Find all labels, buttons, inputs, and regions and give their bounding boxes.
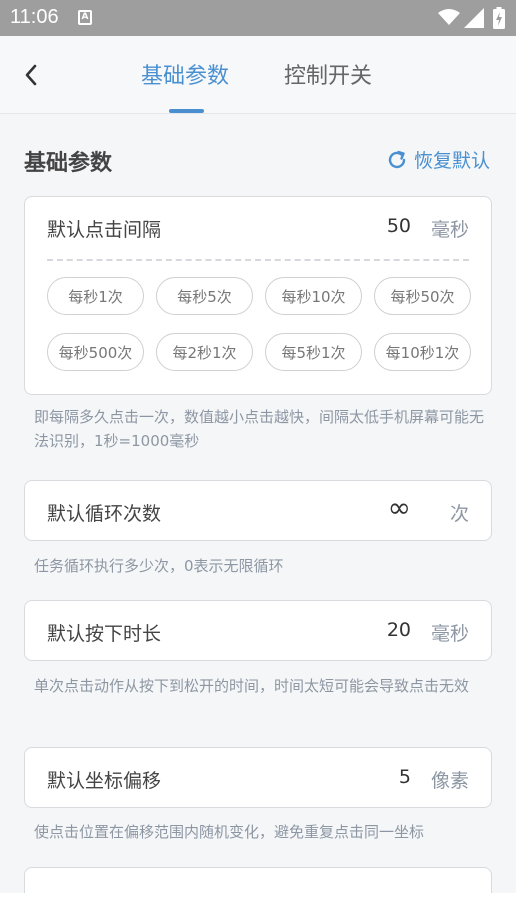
press-duration-value[interactable]: 20 bbox=[387, 619, 411, 641]
settings-content[interactable]: 基础参数 恢复默认 默认点击间隔 50 毫秒 每秒1次 每秒5次 每秒10次 每… bbox=[0, 115, 516, 893]
refresh-icon bbox=[388, 150, 406, 168]
coord-offset-row[interactable]: 默认坐标偏移 5 像素 bbox=[25, 748, 491, 808]
coord-offset-value[interactable]: 5 bbox=[399, 766, 411, 788]
loop-count-row[interactable]: 默认循环次数 ∞ 次 bbox=[25, 481, 491, 541]
restore-defaults-label: 恢复默认 bbox=[414, 150, 491, 172]
loop-count-description: 任务循环执行多少次，0表示无限循环 bbox=[34, 557, 284, 575]
preset-chip-4[interactable]: 每秒50次 bbox=[374, 277, 471, 315]
battery-charging-icon bbox=[493, 7, 505, 29]
preset-chip-3[interactable]: 每秒10次 bbox=[265, 277, 362, 315]
click-interval-label: 默认点击间隔 bbox=[47, 219, 162, 241]
top-navigation: 基础参数 控制开关 bbox=[0, 36, 516, 114]
coord-offset-unit: 像素 bbox=[430, 770, 469, 792]
loop-count-card[interactable]: 默认循环次数 ∞ 次 bbox=[24, 480, 492, 541]
signal-icon bbox=[464, 8, 484, 28]
click-interval-description: 即每隔多久点击一次，数值越小点击越快，间隔太低手机屏幕可能无法识别，1秒=100… bbox=[34, 408, 485, 450]
press-duration-card[interactable]: 默认按下时长 20 毫秒 bbox=[24, 600, 492, 661]
loop-count-label: 默认循环次数 bbox=[47, 503, 162, 525]
preset-chip-7[interactable]: 每5秒1次 bbox=[265, 333, 362, 371]
preset-chip-6[interactable]: 每2秒1次 bbox=[156, 333, 253, 371]
next-setting-card[interactable] bbox=[24, 867, 492, 893]
dashed-divider bbox=[47, 259, 469, 261]
section-title: 基础参数 bbox=[24, 151, 113, 176]
click-interval-unit: 毫秒 bbox=[430, 219, 469, 241]
coord-offset-description: 使点击位置在偏移范围内随机变化，避免重复点击同一坐标 bbox=[34, 823, 425, 841]
tab-basic-params[interactable]: 基础参数 bbox=[141, 58, 229, 90]
tab-control-switches[interactable]: 控制开关 bbox=[284, 58, 372, 90]
status-time: 11:06 bbox=[10, 6, 59, 28]
click-interval-row[interactable]: 默认点击间隔 50 毫秒 bbox=[25, 197, 491, 257]
click-interval-card: 默认点击间隔 50 毫秒 每秒1次 每秒5次 每秒10次 每秒50次 每秒500… bbox=[24, 196, 492, 395]
preset-chip-8[interactable]: 每10秒1次 bbox=[374, 333, 471, 371]
restore-defaults-button[interactable]: 恢复默认 bbox=[386, 146, 490, 173]
press-duration-unit: 毫秒 bbox=[430, 623, 469, 645]
bottom-edge bbox=[0, 893, 516, 917]
click-interval-value[interactable]: 50 bbox=[387, 215, 411, 237]
press-duration-row[interactable]: 默认按下时长 20 毫秒 bbox=[25, 601, 491, 661]
interval-presets: 每秒1次 每秒5次 每秒10次 每秒50次 每秒500次 每2秒1次 每5秒1次… bbox=[47, 277, 471, 371]
loop-count-unit: 次 bbox=[449, 503, 469, 525]
press-duration-label: 默认按下时长 bbox=[47, 623, 162, 645]
preset-chip-2[interactable]: 每秒5次 bbox=[156, 277, 253, 315]
coord-offset-card[interactable]: 默认坐标偏移 5 像素 bbox=[24, 747, 492, 808]
wifi-icon bbox=[438, 9, 460, 25]
notification-a-icon: A bbox=[78, 10, 92, 25]
active-tab-indicator bbox=[169, 109, 204, 113]
back-arrow-icon[interactable] bbox=[18, 60, 46, 90]
preset-chip-1[interactable]: 每秒1次 bbox=[47, 277, 144, 315]
press-duration-description: 单次点击动作从按下到松开的时间，时间太短可能会导致点击无效 bbox=[34, 677, 470, 695]
status-bar: 11:06 A bbox=[0, 0, 516, 36]
preset-chip-5[interactable]: 每秒500次 bbox=[47, 333, 144, 371]
coord-offset-label: 默认坐标偏移 bbox=[47, 770, 162, 792]
loop-count-value[interactable]: ∞ bbox=[388, 491, 411, 524]
